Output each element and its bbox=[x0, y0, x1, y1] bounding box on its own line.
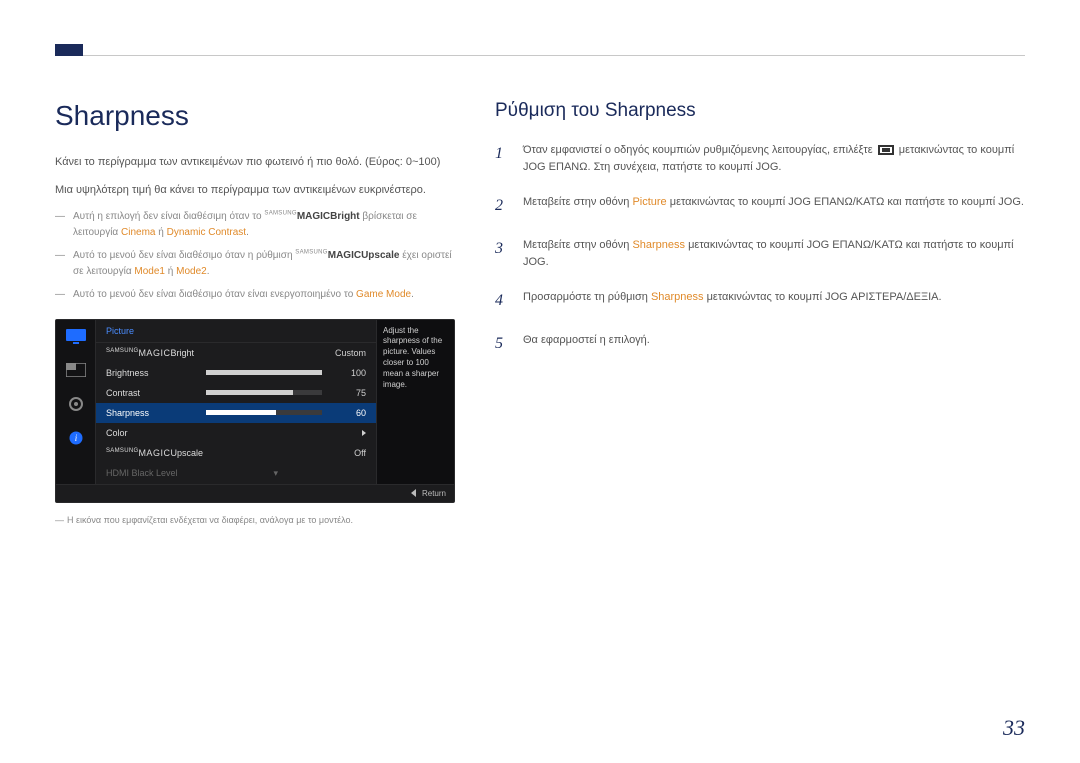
header-tick bbox=[55, 44, 83, 56]
steps-list: 1 Όταν εμφανιστεί ο οδηγός κουμπιών ρυθμ… bbox=[495, 142, 1025, 357]
upscale-bold: Upscale bbox=[361, 250, 399, 261]
step-3-pre: Μεταβείτε στην οθόνη bbox=[523, 239, 632, 251]
info-icon: i bbox=[65, 430, 87, 446]
osd-row-magicbright: SAMSUNGMAGICBright Custom bbox=[96, 343, 376, 363]
osd-upscale-value: Off bbox=[330, 448, 366, 458]
page-number: 33 bbox=[1003, 715, 1025, 741]
osd-screenshot: i Picture SAMSUNGMAGICBright Custom Brig… bbox=[55, 319, 455, 503]
note-3-pre: Αυτό το μενού δεν είναι διαθέσιμο όταν ε… bbox=[73, 289, 356, 300]
chevron-right-icon bbox=[362, 430, 366, 436]
step-1-number: 1 bbox=[495, 142, 509, 176]
bright-bold: Bright bbox=[330, 211, 359, 222]
osd-row-contrast: Contrast 75 bbox=[96, 383, 376, 403]
step-3: 3 Μεταβείτε στην οθόνη Sharpness μετακιν… bbox=[495, 237, 1025, 271]
osd-hdmi-label: HDMI Black Level bbox=[106, 468, 178, 478]
intro-text-2: Μια υψηλότερη τιμή θα κάνει το περίγραμμ… bbox=[55, 182, 455, 200]
samsung-tiny-2: SAMSUNG bbox=[295, 250, 327, 256]
magic-bright-label: SAMSUNGMAGICBright bbox=[264, 211, 359, 222]
osd-magicbright-label: Bright bbox=[170, 348, 194, 358]
note-2-end: . bbox=[207, 266, 210, 277]
osd-magicbright-bold: MAGIC bbox=[138, 348, 170, 358]
note-2-or: ή bbox=[165, 266, 176, 277]
osd-upscale-bold: MAGIC bbox=[138, 448, 170, 458]
note-3: Αυτό το μενού δεν είναι διαθέσιμο όταν ε… bbox=[55, 287, 455, 303]
step-5-number: 5 bbox=[495, 332, 509, 357]
step-5-text: Θα εφαρμοστεί η επιλογή. bbox=[523, 332, 1025, 357]
osd-upscale-label: Upscale bbox=[170, 448, 203, 458]
magic-bold: MAGIC bbox=[297, 211, 330, 222]
osd-footer: Return bbox=[56, 484, 454, 502]
osd-color-label: Color bbox=[106, 428, 198, 438]
note-1: Αυτή η επιλογή δεν είναι διαθέσιμη όταν … bbox=[55, 209, 455, 240]
section-title: Sharpness bbox=[55, 100, 455, 132]
osd-contrast-value: 75 bbox=[330, 388, 366, 398]
note-1-or: ή bbox=[155, 227, 166, 238]
step-1: 1 Όταν εμφανιστεί ο οδηγός κουμπιών ρυθμ… bbox=[495, 142, 1025, 176]
step-3-number: 3 bbox=[495, 237, 509, 271]
gear-icon bbox=[65, 396, 87, 412]
osd-sharpness-label: Sharpness bbox=[106, 408, 198, 418]
subsection-title: Ρύθμιση του Sharpness bbox=[495, 100, 1025, 122]
osd-row-brightness: Brightness 100 bbox=[96, 363, 376, 383]
note-1-end: . bbox=[246, 227, 249, 238]
note-1-dc: Dynamic Contrast bbox=[167, 227, 246, 238]
intro-text-1: Κάνει το περίγραμμα των αντικειμένων πιο… bbox=[55, 154, 455, 172]
page-top-rule bbox=[55, 55, 1025, 56]
note-1-cinema: Cinema bbox=[121, 227, 155, 238]
osd-contrast-slider bbox=[206, 390, 322, 395]
page-content: Sharpness Κάνει το περίγραμμα των αντικε… bbox=[55, 40, 1025, 525]
osd-row-magicupscale: SAMSUNGMAGICUpscale Off bbox=[96, 443, 376, 463]
step-2-hl: Picture bbox=[632, 196, 666, 208]
note-3-end: . bbox=[411, 289, 414, 300]
osd-header: Picture bbox=[96, 320, 376, 343]
note-2-m2: Mode2 bbox=[176, 266, 207, 277]
note-list: Αυτή η επιλογή δεν είναι διαθέσιμη όταν … bbox=[55, 209, 455, 303]
osd-upscale-tiny: SAMSUNG bbox=[106, 448, 138, 454]
step-5: 5 Θα εφαρμοστεί η επιλογή. bbox=[495, 332, 1025, 357]
step-2: 2 Μεταβείτε στην οθόνη Picture μετακινών… bbox=[495, 194, 1025, 219]
menu-icon bbox=[878, 145, 894, 155]
samsung-tiny: SAMSUNG bbox=[264, 211, 296, 217]
right-column: Ρύθμιση του Sharpness 1 Όταν εμφανιστεί … bbox=[495, 100, 1025, 525]
step-4-post: μετακινώντας το κουμπί JOG ΑΡΙΣΤΕΡΑ/ΔΕΞΙ… bbox=[704, 291, 942, 303]
osd-contrast-label: Contrast bbox=[106, 388, 198, 398]
osd-brightness-slider bbox=[206, 370, 322, 375]
triangle-left-icon bbox=[411, 489, 416, 497]
step-4: 4 Προσαρμόστε τη ρύθμιση Sharpness μετακ… bbox=[495, 289, 1025, 314]
osd-sidebar: i bbox=[56, 320, 96, 484]
magic-bold-2: MAGIC bbox=[328, 250, 361, 261]
osd-brightness-label: Brightness bbox=[106, 368, 198, 378]
osd-description: Adjust the sharpness of the picture. Val… bbox=[376, 320, 454, 484]
note-2-pre: Αυτό το μενού δεν είναι διαθέσιμο όταν η… bbox=[73, 250, 295, 261]
note-2: Αυτό το μενού δεν είναι διαθέσιμο όταν η… bbox=[55, 248, 455, 279]
monitor-icon bbox=[65, 328, 87, 344]
note-3-gm: Game Mode bbox=[356, 289, 411, 300]
left-column: Sharpness Κάνει το περίγραμμα των αντικε… bbox=[55, 100, 455, 525]
step-2-pre: Μεταβείτε στην οθόνη bbox=[523, 196, 632, 208]
note-2-m1: Mode1 bbox=[134, 266, 165, 277]
osd-brightness-value: 100 bbox=[330, 368, 366, 378]
osd-return-label: Return bbox=[422, 489, 446, 498]
step-2-number: 2 bbox=[495, 194, 509, 219]
osd-sharpness-slider bbox=[206, 410, 322, 415]
osd-magicbright-tiny: SAMSUNG bbox=[106, 348, 138, 354]
step-4-hl: Sharpness bbox=[651, 291, 704, 303]
osd-sharpness-value: 60 bbox=[330, 408, 366, 418]
osd-row-sharpness: Sharpness 60 bbox=[96, 403, 376, 423]
osd-main: Picture SAMSUNGMAGICBright Custom Bright… bbox=[96, 320, 376, 484]
image-footnote: Η εικόνα που εμφανίζεται ενδέχεται να δι… bbox=[55, 515, 455, 525]
step-2-post: μετακινώντας το κουμπί JOG ΕΠΑΝΩ/ΚΑΤΩ κα… bbox=[667, 196, 1024, 208]
step-4-number: 4 bbox=[495, 289, 509, 314]
osd-magicbright-value: Custom bbox=[316, 348, 366, 358]
step-3-hl: Sharpness bbox=[632, 239, 685, 251]
magic-upscale-label: SAMSUNGMAGICUpscale bbox=[295, 250, 399, 261]
note-1-pre: Αυτή η επιλογή δεν είναι διαθέσιμη όταν … bbox=[73, 211, 264, 222]
window-icon bbox=[65, 362, 87, 378]
osd-row-color: Color bbox=[96, 423, 376, 443]
step-4-pre: Προσαρμόστε τη ρύθμιση bbox=[523, 291, 651, 303]
step-1-pre: Όταν εμφανιστεί ο οδηγός κουμπιών ρυθμιζ… bbox=[523, 144, 876, 156]
osd-row-hdmi-black-level: HDMI Black Level ▾ bbox=[96, 463, 376, 484]
